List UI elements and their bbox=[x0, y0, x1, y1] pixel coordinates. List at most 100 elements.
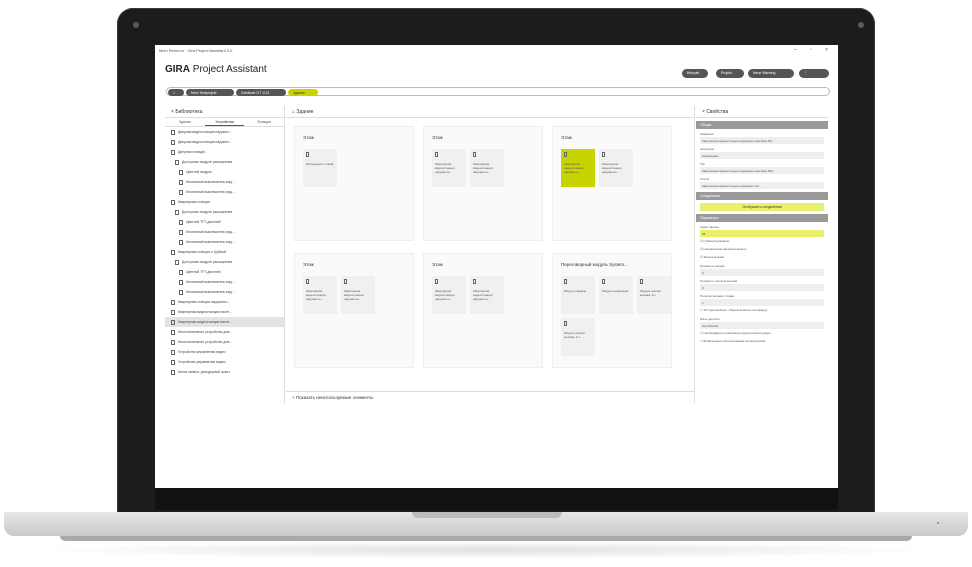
show-links-button[interactable]: Отобразить соединения bbox=[700, 203, 824, 211]
device-icon bbox=[175, 259, 179, 265]
library-item-label: Кнопочный выключатель вид... bbox=[186, 230, 235, 234]
camera-right-icon bbox=[858, 22, 864, 28]
library-item[interactable]: Цветной модуль bbox=[165, 167, 284, 177]
library-item-label: Исполнительное устройство для... bbox=[178, 340, 233, 344]
calls-label: Попытки вызова с этажа bbox=[700, 294, 735, 298]
floor-card[interactable]: Переговорный модуль System... Модуль каме… bbox=[552, 253, 672, 368]
library-item[interactable]: Квартирная станция наружного... bbox=[165, 297, 284, 307]
device-tile[interactable]: Квартирная видеостанция наружного... bbox=[470, 149, 504, 187]
device-tile[interactable]: Модуль индикации bbox=[599, 276, 633, 314]
toolbar-button-3[interactable]: Neue Wartung bbox=[748, 69, 794, 78]
library-item[interactable]: Дверная видеостанция наружно... bbox=[165, 137, 284, 147]
window-controls[interactable]: – ▫ × bbox=[794, 47, 834, 53]
check-tft[interactable]: ☐ TFT-дисплей вкл. (Переключатель на кам… bbox=[696, 306, 828, 314]
library-item-label: Дверная станция bbox=[178, 150, 206, 154]
device-tile[interactable]: Квартирная видеостанция наружного... bbox=[432, 149, 466, 187]
device-tile[interactable]: Модуль кнопки вызова, 4-х... bbox=[561, 318, 595, 356]
floor-card[interactable]: Этаж Квартирная видеостанция наружного...… bbox=[294, 253, 414, 368]
check-main-intercom[interactable]: ☑ Главный домофон bbox=[696, 237, 828, 245]
device-tile[interactable]: Модуль камеры bbox=[561, 276, 595, 314]
device-icon bbox=[344, 279, 347, 284]
breadcrumb-building[interactable]: Gebäude GT 1/13 bbox=[236, 89, 286, 96]
lang-select[interactable]: Английский bbox=[700, 322, 824, 329]
library-item[interactable]: Квартирная станция bbox=[165, 197, 284, 207]
library-item[interactable]: Устройство управления видео bbox=[165, 357, 284, 367]
library-item[interactable]: Исполнительное устройство для... bbox=[165, 337, 284, 347]
device-tile[interactable]: Квартирная видеостанция наружного... bbox=[432, 276, 466, 314]
library-item[interactable]: Кнопочный выключатель вид... bbox=[165, 277, 284, 287]
breadcrumb-home[interactable]: ⌂ bbox=[168, 89, 184, 96]
check-direction-label: Направление автоматического bbox=[703, 247, 747, 251]
check-door[interactable]: ☐ Необходимость активации переключения д… bbox=[696, 329, 828, 337]
floor-card[interactable]: Этаж Квартирная видеостанция наружного...… bbox=[423, 126, 543, 241]
library-item[interactable]: Квартирная видеостанция насте... bbox=[165, 307, 284, 317]
name-field[interactable]: Квартирная видеостанция наружного монтаж… bbox=[700, 137, 824, 144]
check-ring[interactable]: ☑ Звонок вызова bbox=[696, 253, 828, 261]
library-item-label: Кнопочный выключатель вид... bbox=[186, 180, 235, 184]
section-links[interactable]: Соединения bbox=[696, 192, 828, 200]
section-params[interactable]: Параметры bbox=[696, 214, 828, 222]
library-item[interactable]: Кнопочный выключатель вид... bbox=[165, 237, 284, 247]
library-item-label: Дверная видеостанция наружно... bbox=[178, 140, 232, 144]
device-tile-label: Квартирная видеостанция наружного... bbox=[473, 289, 493, 301]
library-item[interactable]: Кнопочный выключатель вид... bbox=[165, 287, 284, 297]
floor-card-title: Этаж bbox=[303, 262, 314, 267]
section-general[interactable]: Общие bbox=[696, 121, 828, 129]
device-tile-label: Модуль кнопки вызова, 4-х... bbox=[564, 331, 585, 339]
device-tile[interactable]: Квартирная видеостанция наружного... bbox=[599, 149, 633, 187]
slots-field[interactable]: Квартирная видеостанция наружного мо... bbox=[700, 182, 824, 189]
tab-devices[interactable]: Устройства bbox=[204, 118, 245, 126]
device-icon bbox=[179, 219, 183, 225]
library-item[interactable]: Кнопочный выключатель вид... bbox=[165, 177, 284, 187]
building-header: ⌂ Здание bbox=[286, 106, 694, 118]
category-field[interactable]: Коммуникат bbox=[700, 152, 824, 159]
floor-card-title: Этаж bbox=[561, 135, 572, 140]
library-item[interactable]: Доступные модули расширения bbox=[165, 207, 284, 217]
floor-card[interactable]: Этаж Квартирная видеостанция наружного...… bbox=[423, 253, 543, 368]
device-tile[interactable]: Модуль кнопки вызова, 4-х bbox=[637, 276, 671, 314]
library-item[interactable]: Доступные модули расширения bbox=[165, 157, 284, 167]
library-item[interactable]: Шлюз записи, декодерный шлюз bbox=[165, 367, 284, 377]
check-call-button-label: Выбрасывать использование кнопки вызова bbox=[703, 339, 766, 343]
show-unused-toggle[interactable]: + Показать неиспользуемые элементы bbox=[286, 391, 695, 403]
floor-card[interactable]: Этаж Квартирная видеостанция наружного...… bbox=[552, 126, 672, 241]
library-item[interactable]: Исполнительное устройство для... bbox=[165, 327, 284, 337]
laptop-shadow bbox=[30, 541, 942, 559]
volume-stepper[interactable]: 3 bbox=[700, 269, 824, 276]
check-direction[interactable]: ☑ Направление автоматического bbox=[696, 245, 828, 253]
library-item[interactable]: Дверная видеостанция наружно... bbox=[165, 127, 284, 137]
check-call-button[interactable]: ☐ Выбрасывать использование кнопки вызов… bbox=[696, 337, 828, 345]
volume2-stepper[interactable]: 3 bbox=[700, 284, 824, 291]
library-item-label: Шлюз записи, декодерный шлюз bbox=[178, 370, 230, 374]
library-item[interactable]: Дверная станция bbox=[165, 147, 284, 157]
device-tile-label: Квартирная видеостанция наружного... bbox=[306, 289, 326, 301]
calls-field[interactable]: 1 bbox=[700, 299, 824, 306]
library-item-label: Кнопочный выключатель вид... bbox=[186, 280, 235, 284]
library-item[interactable]: Квартирная станция с трубкой bbox=[165, 247, 284, 257]
toolbar-button-1[interactable]: Beispiel bbox=[682, 69, 708, 78]
breadcrumb-project[interactable]: Mein Testprojekt bbox=[186, 89, 234, 96]
addr-field[interactable]: 48 bbox=[700, 230, 824, 237]
library-item[interactable]: Квартирная видеостанция насте... bbox=[165, 317, 284, 327]
library-item[interactable]: Доступные модули расширения bbox=[165, 257, 284, 267]
device-icon bbox=[179, 179, 183, 185]
tab-functions[interactable]: Функции bbox=[244, 118, 284, 126]
device-icon bbox=[179, 269, 183, 275]
device-tile[interactable]: Распределит. шкаф bbox=[303, 149, 337, 187]
breadcrumb-active[interactable]: Здание bbox=[288, 89, 318, 96]
device-tile[interactable]: Квартирная видеостанция наружного... bbox=[470, 276, 504, 314]
library-item[interactable]: Кнопочный выключатель вид... bbox=[165, 187, 284, 197]
device-icon bbox=[602, 152, 605, 157]
library-item[interactable]: Цветной TFT-дисплей bbox=[165, 267, 284, 277]
toolbar-button-2[interactable]: Projekt bbox=[716, 69, 744, 78]
menu-button[interactable]: ⋮ bbox=[799, 69, 829, 78]
tab-building[interactable]: Здание bbox=[165, 118, 205, 126]
device-tile[interactable]: Квартирная видеостанция наружного... bbox=[341, 276, 375, 314]
device-tile[interactable]: Квартирная видеостанция наружного... bbox=[561, 149, 595, 187]
library-item[interactable]: Цветной TFT-дисплей bbox=[165, 217, 284, 227]
device-tile-label: Модуль камеры bbox=[564, 289, 587, 293]
library-item[interactable]: Кнопочный выключатель вид... bbox=[165, 227, 284, 237]
floor-card[interactable]: Этаж Распределит. шкаф bbox=[294, 126, 414, 241]
device-tile[interactable]: Квартирная видеостанция наружного... bbox=[303, 276, 337, 314]
library-item[interactable]: Устройство управления видео bbox=[165, 347, 284, 357]
